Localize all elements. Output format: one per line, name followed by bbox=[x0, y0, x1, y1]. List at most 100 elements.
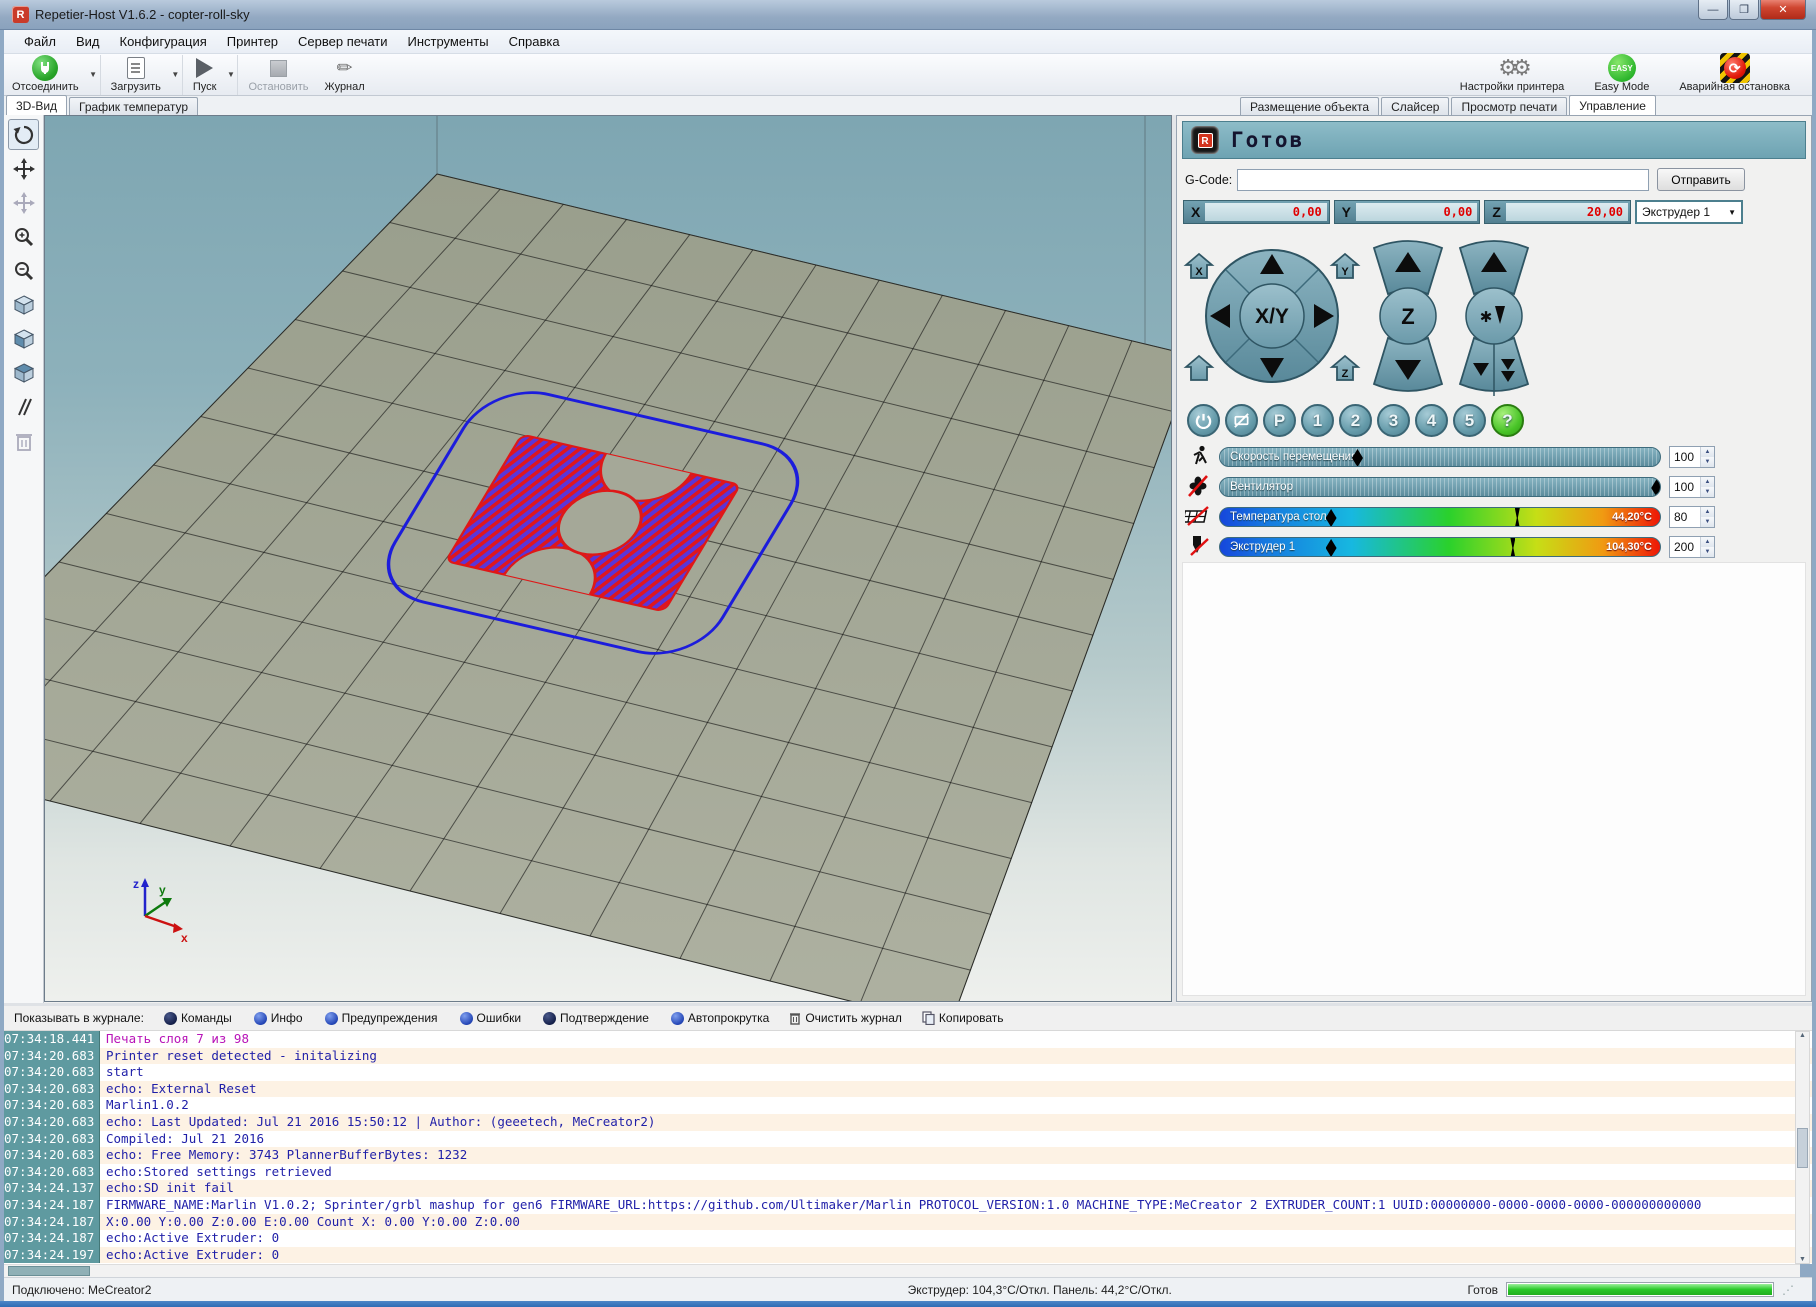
x-value: 0,00 bbox=[1205, 203, 1326, 221]
3d-scene[interactable]: z y x bbox=[45, 116, 1171, 1001]
menu-item[interactable]: Вид bbox=[66, 31, 110, 52]
svg-text:Z: Z bbox=[1401, 304, 1414, 329]
preset-3-button[interactable]: 3 bbox=[1377, 404, 1410, 437]
rotate-view-icon[interactable] bbox=[8, 119, 39, 150]
gcode-input[interactable] bbox=[1237, 169, 1649, 191]
fan-slider-spinner[interactable]: 100▲▼ bbox=[1669, 476, 1715, 498]
extruder-temp-slider[interactable]: Экструдер 1 104,30°C bbox=[1219, 537, 1661, 557]
extruder-center[interactable] bbox=[1466, 288, 1522, 344]
title-bar[interactable]: R Repetier-Host V1.6.2 - copter-roll-sky… bbox=[0, 0, 1816, 30]
tab-3d-view[interactable]: 3D-Вид bbox=[6, 95, 67, 115]
preset-5-button[interactable]: 5 bbox=[1453, 404, 1486, 437]
tab-row: 3D-ВидГрафик температур Размещение объек… bbox=[4, 96, 1812, 115]
status-bar: Подключено: MeCreator2 Экструдер: 104,3°… bbox=[4, 1277, 1812, 1301]
zoom-in-icon[interactable] bbox=[8, 221, 39, 252]
tab-slicer[interactable]: Слайсер bbox=[1381, 97, 1449, 116]
send-gcode-button[interactable]: Отправить bbox=[1657, 168, 1745, 191]
load-button[interactable]: Загрузить bbox=[103, 55, 169, 95]
maximize-button[interactable]: ❐ bbox=[1729, 0, 1759, 20]
home-y-button[interactable]: Y bbox=[1332, 254, 1358, 278]
extruder-temp-slider-spinner[interactable]: 200▲▼ bbox=[1669, 536, 1715, 558]
tab-control[interactable]: Управление bbox=[1569, 95, 1656, 115]
log-filter-ошибки[interactable]: Ошибки bbox=[460, 1011, 522, 1025]
chevron-down-icon: ▼ bbox=[1728, 208, 1736, 217]
travel-speed-slider-spinner[interactable]: 100▲▼ bbox=[1669, 446, 1715, 468]
bed-temp-slider-spinner[interactable]: 80▲▼ bbox=[1669, 506, 1715, 528]
home-x-button[interactable]: X bbox=[1186, 254, 1212, 278]
bed-temp-slider[interactable]: Температура стола44,20°C bbox=[1219, 507, 1661, 527]
close-button[interactable]: ✕ bbox=[1760, 0, 1806, 20]
log-filter-подтверждение[interactable]: Подтверждение bbox=[543, 1011, 649, 1025]
view-iso-icon[interactable] bbox=[8, 289, 39, 320]
log-horizontal-scrollbar[interactable] bbox=[4, 1264, 1800, 1277]
tab-object-placement[interactable]: Размещение объекта bbox=[1240, 97, 1379, 116]
log-vertical-scrollbar[interactable]: ▲▼ bbox=[1795, 1031, 1810, 1264]
filter-dot-icon bbox=[460, 1012, 473, 1025]
power-button[interactable] bbox=[1187, 404, 1220, 437]
menu-item[interactable]: Справка bbox=[499, 31, 570, 52]
move-object-icon[interactable] bbox=[8, 187, 39, 218]
easy-mode-button[interactable]: EASY Easy Mode bbox=[1586, 55, 1657, 95]
travel-speed-slider[interactable]: Скорость перемещения bbox=[1219, 447, 1661, 467]
plug-icon bbox=[32, 55, 58, 81]
view-top-icon[interactable] bbox=[8, 357, 39, 388]
park-button[interactable]: P bbox=[1263, 404, 1296, 437]
move-view-icon[interactable] bbox=[8, 153, 39, 184]
quick-buttons: P12345? bbox=[1187, 404, 1524, 437]
preset-4-button[interactable]: 4 bbox=[1415, 404, 1448, 437]
progress-bar bbox=[1506, 1282, 1774, 1297]
start-dropdown[interactable]: ▼ bbox=[224, 55, 238, 95]
log-row: 07:34:20.683echo: Last Updated: Jul 21 2… bbox=[4, 1114, 1812, 1131]
menu-item[interactable]: Сервер печати bbox=[288, 31, 397, 52]
view-toolbar bbox=[4, 115, 44, 1003]
preset-1-button[interactable]: 1 bbox=[1301, 404, 1334, 437]
current-temp: 104,30°C bbox=[1606, 541, 1652, 553]
copy-log-button[interactable]: Копировать bbox=[922, 1011, 1004, 1025]
panel-empty-area bbox=[1182, 562, 1806, 996]
slider-label: Экструдер 1 bbox=[1230, 541, 1295, 553]
svg-text:✱: ✱ bbox=[1480, 309, 1493, 326]
preset-2-button[interactable]: 2 bbox=[1339, 404, 1372, 437]
ready-label: Готов bbox=[1467, 1283, 1498, 1297]
log-toggle-button[interactable]: ✏ Журнал bbox=[317, 55, 373, 95]
home-all-button[interactable] bbox=[1186, 356, 1212, 380]
log-filter-автопрокрутка[interactable]: Автопрокрутка bbox=[671, 1011, 769, 1025]
clear-log-button[interactable]: Очистить журнал bbox=[789, 1011, 902, 1025]
log-row: 07:34:20.683echo: External Reset bbox=[4, 1081, 1812, 1098]
menu-item[interactable]: Файл bbox=[14, 31, 66, 52]
slider-label: Температура стола bbox=[1230, 511, 1333, 523]
svg-text:z: z bbox=[133, 877, 139, 891]
3d-viewport[interactable]: z y x bbox=[44, 115, 1172, 1002]
minimize-button[interactable]: — bbox=[1698, 0, 1728, 20]
delete-object-icon[interactable] bbox=[8, 425, 39, 456]
log-show-label: Показывать в журнале: bbox=[14, 1011, 144, 1025]
disconnect-dropdown[interactable]: ▼ bbox=[87, 55, 101, 95]
jog-controls[interactable]: X Y Z X/Y bbox=[1183, 230, 1535, 402]
log-filter-предупреждения[interactable]: Предупреждения bbox=[325, 1011, 438, 1025]
menu-item[interactable]: Принтер bbox=[217, 31, 288, 52]
extruder-select[interactable]: Экструдер 1▼ bbox=[1635, 200, 1743, 224]
menu-item[interactable]: Конфигурация bbox=[110, 31, 217, 52]
menu-item[interactable]: Инструменты bbox=[398, 31, 499, 52]
parallel-projection-icon[interactable] bbox=[8, 391, 39, 422]
log-row: 07:34:20.683Compiled: Jul 21 2016 bbox=[4, 1131, 1812, 1148]
motors-off-button[interactable] bbox=[1225, 404, 1258, 437]
start-button[interactable]: Пуск bbox=[185, 55, 225, 95]
stop-icon bbox=[270, 60, 287, 77]
home-z-button[interactable]: Z bbox=[1332, 356, 1358, 380]
emergency-stop-button[interactable]: ⟳ Аварийная остановка bbox=[1671, 55, 1798, 95]
log-filter-команды[interactable]: Команды bbox=[164, 1011, 232, 1025]
tab-temp-graph[interactable]: График температур bbox=[69, 97, 198, 116]
disconnect-button[interactable]: Отсоединить bbox=[4, 55, 87, 95]
load-dropdown[interactable]: ▼ bbox=[169, 55, 183, 95]
view-front-icon[interactable] bbox=[8, 323, 39, 354]
tab-print-preview[interactable]: Просмотр печати bbox=[1451, 97, 1567, 116]
printer-settings-button[interactable]: ⚙⚙ Настройки принтера bbox=[1452, 55, 1573, 95]
zoom-out-icon[interactable] bbox=[8, 255, 39, 286]
fan-slider[interactable]: Вентилятор bbox=[1219, 477, 1661, 497]
svg-text:Z: Z bbox=[1342, 368, 1349, 380]
stop-button[interactable]: Остановить bbox=[240, 55, 316, 95]
help-button[interactable]: ? bbox=[1491, 404, 1524, 437]
resize-grip[interactable]: ⋰ bbox=[1782, 1283, 1794, 1297]
log-filter-инфо[interactable]: Инфо bbox=[254, 1011, 303, 1025]
